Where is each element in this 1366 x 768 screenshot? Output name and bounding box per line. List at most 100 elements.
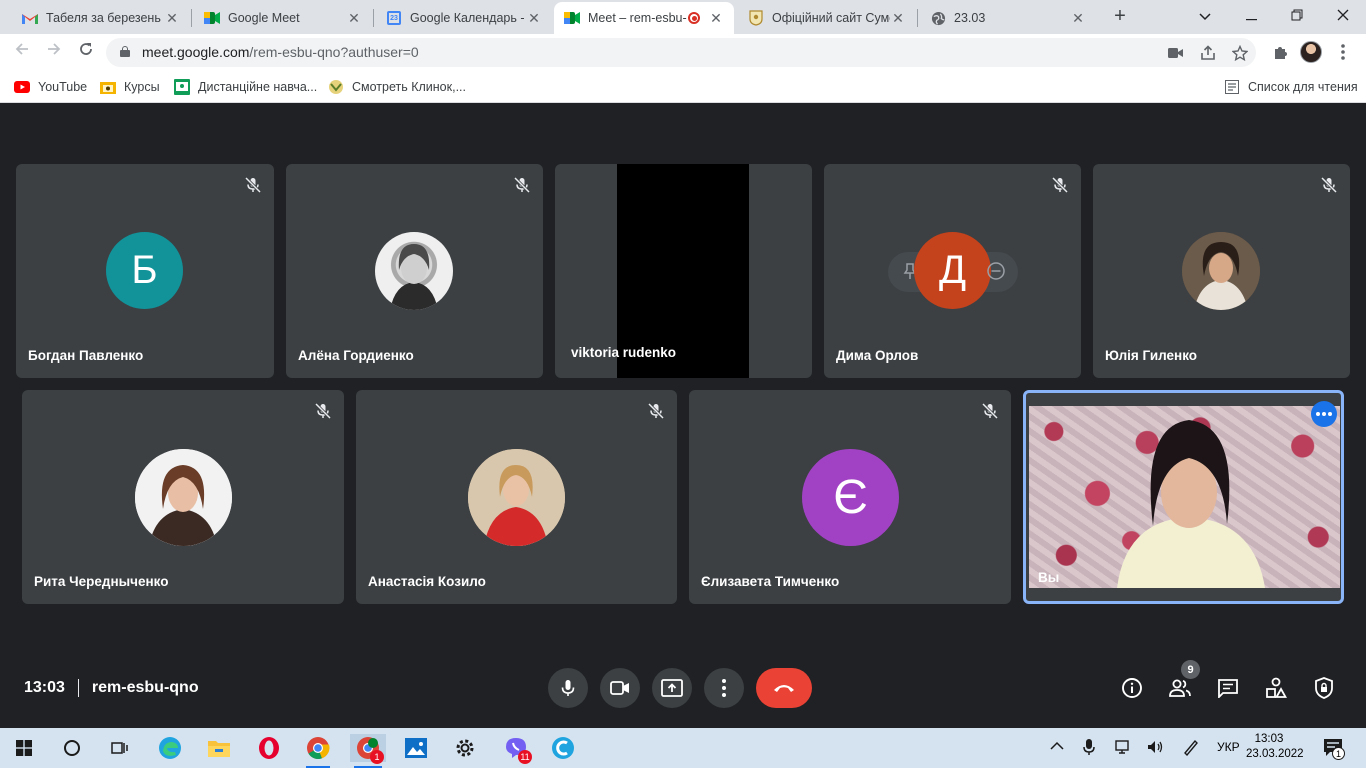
lock-icon[interactable] [120,46,130,57]
present-screen-button[interactable] [652,668,692,708]
browser-menu-icon[interactable] [1333,42,1353,62]
ccleaner-icon[interactable] [547,734,579,762]
camera-in-use-icon[interactable] [1166,43,1186,63]
start-icon[interactable] [8,734,40,762]
bookmark-anime[interactable]: Смотреть Клинок,... [328,77,466,97]
task-view-icon[interactable] [104,734,136,762]
extensions-icon[interactable] [1270,42,1290,62]
minimize-button[interactable] [1228,4,1274,28]
end-call-icon [774,685,794,692]
system-clock[interactable]: 13:03 23.03.2022 [1246,732,1304,762]
bookmark-distance-learning[interactable]: Дистанційне навча... [174,77,317,97]
close-tab-icon[interactable]: ✕ [890,10,906,27]
reading-list[interactable]: Список для чтения [1224,77,1358,97]
tab-title: Google Календарь - с [410,11,526,25]
settings-icon[interactable] [449,734,481,762]
anime-icon [328,79,344,95]
globe-icon [930,10,946,26]
participant-tile[interactable]: Анастасія Козило [356,390,677,604]
youtube-icon [14,79,30,95]
close-tab-icon[interactable]: ✕ [1070,10,1086,27]
close-tab-icon[interactable]: ✕ [346,10,362,27]
action-center-icon[interactable]: 1 [1322,737,1346,762]
search-icon[interactable] [56,734,88,762]
bookmark-star-icon[interactable] [1230,43,1250,63]
share-icon[interactable] [1198,43,1218,63]
profile-avatar[interactable] [1300,41,1322,63]
avatar [375,232,453,310]
url-text[interactable]: meet.google.com/rem-esbu-qno?authuser=0 [142,44,419,60]
bookmarks-bar: YouTube Курсы Дистанційне навча... Смотр… [0,71,1366,103]
close-tab-icon[interactable]: ✕ [708,10,724,27]
photos-icon[interactable] [400,734,432,762]
people-button[interactable] [1168,676,1192,700]
meeting-time: 13:03 [24,679,65,696]
close-tab-icon[interactable]: ✕ [164,10,180,27]
self-view-tile[interactable]: Вы [1023,390,1344,604]
browser-tab-meet[interactable]: Google Meet ✕ [194,2,372,34]
participant-tile[interactable]: Б Богдан Павленко [16,164,274,378]
chat-icon [1218,679,1238,698]
participant-tile[interactable]: Юлія Гиленко [1093,164,1350,378]
recording-icon [688,12,700,24]
mic-off-icon [980,401,1000,421]
close-window-button[interactable] [1320,4,1366,28]
participant-tile[interactable]: viktoria rudenko [555,164,812,378]
browser-tab-calendar[interactable]: 23 Google Календарь - с ✕ [376,2,552,34]
more-options-button[interactable] [704,668,744,708]
restore-button[interactable] [1274,4,1320,28]
host-controls-button[interactable] [1312,676,1336,700]
browser-tab-active-meet[interactable]: Meet – rem-esbu- ✕ [554,2,734,34]
language-indicator[interactable]: УКР [1217,740,1240,754]
tab-search-button[interactable] [1182,4,1228,28]
present-screen-icon [661,679,683,697]
participant-name: Анастасія Козило [368,574,486,589]
volume-icon[interactable] [1146,739,1164,758]
self-name: Вы [1038,570,1060,585]
meeting-info-button[interactable] [1120,676,1144,700]
bookmark-courses[interactable]: Курсы [100,77,160,97]
opera-icon[interactable] [253,734,285,762]
meet-stage: Б Богдан Павленко Алёна Гордиенко viktor… [0,103,1366,728]
meeting-details: 13:03 rem-esbu-qno [24,679,199,697]
reading-list-icon [1224,79,1240,95]
participant-name: Богдан Павленко [28,348,144,363]
remove-icon[interactable] [986,261,1006,281]
back-button[interactable] [10,40,34,64]
bookmark-youtube[interactable]: YouTube [14,77,87,97]
viber-icon[interactable]: 11 [498,734,534,764]
new-tab-button[interactable]: + [1108,4,1132,30]
browser-tab-official-site[interactable]: Офіційний сайт Сумс ✕ [738,2,916,34]
microphone-tray-icon[interactable] [1082,738,1096,759]
self-video [1029,406,1340,588]
microphone-button[interactable] [548,668,588,708]
participant-tile[interactable]: Д Дима Орлов [824,164,1081,378]
browser-tab-gmail[interactable]: Табеля за березень в ✕ [12,2,190,34]
participant-name: Дима Орлов [836,348,919,363]
address-bar[interactable]: meet.google.com/rem-esbu-qno?authuser=0 [106,38,1256,67]
leave-call-button[interactable] [756,668,812,708]
camera-button[interactable] [600,668,640,708]
more-options-button[interactable] [1311,401,1337,427]
browser-tab-strip: Табеля за березень в ✕ Google Meet ✕ 23 … [0,0,1366,34]
participant-tile[interactable]: Рита Чередныченко [22,390,344,604]
close-tab-icon[interactable]: ✕ [526,10,542,27]
participant-tile[interactable]: Алёна Гордиенко [286,164,543,378]
reload-button[interactable] [74,40,98,64]
pen-workspace-icon[interactable] [1182,738,1200,759]
forward-button[interactable] [42,40,66,64]
file-explorer-icon[interactable] [203,734,235,762]
edge-icon[interactable] [154,734,186,762]
browser-tab-23-03[interactable]: 23.03 ✕ [920,2,1096,34]
chrome-icon[interactable] [302,734,334,768]
meet-icon [204,10,220,26]
avatar [135,449,232,546]
show-hidden-icons[interactable] [1050,740,1064,754]
chrome-meet-icon[interactable]: 1 [350,734,386,768]
chat-button[interactable] [1216,676,1240,700]
microphone-icon [561,680,575,696]
network-icon[interactable] [1114,739,1130,758]
activities-button[interactable] [1264,676,1288,700]
participant-name: Рита Чередныченко [34,574,169,589]
participant-tile[interactable]: Є Єлизавета Тимченко [689,390,1011,604]
